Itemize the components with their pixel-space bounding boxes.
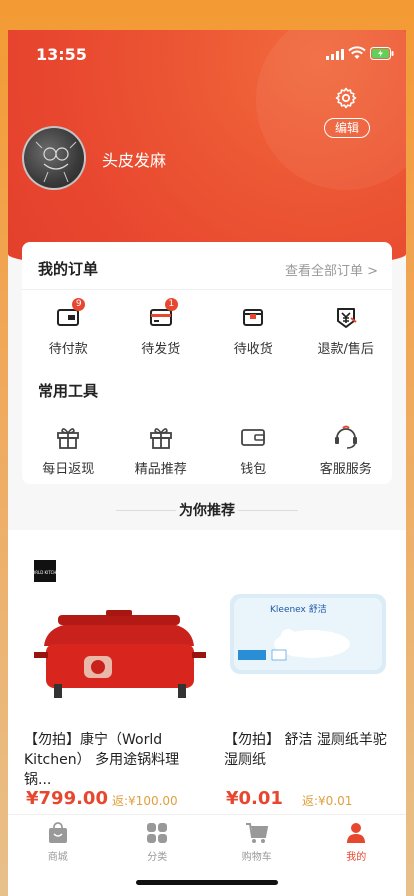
tab-shop[interactable]: 商城	[8, 815, 108, 896]
cart-icon	[245, 823, 268, 843]
profile-header: 13:55 头皮发麻 编辑	[8, 30, 406, 270]
battery-icon	[370, 47, 394, 60]
product-price: ¥0.01	[226, 788, 283, 809]
product-rebate: 返:¥0.01	[302, 794, 353, 808]
order-item-label: 退款/售后	[317, 342, 374, 357]
tools-title: 常用工具	[38, 382, 99, 400]
divider	[116, 510, 176, 511]
shop-bag-icon	[48, 822, 67, 843]
product-name: 【勿拍】 舒洁 湿厕纸羊驼湿厕纸	[224, 732, 387, 768]
order-pending-shipment[interactable]: 1 待发货	[115, 298, 208, 357]
gift-icon	[149, 428, 172, 449]
tool-label: 钱包	[240, 462, 267, 477]
avatar[interactable]	[22, 126, 86, 190]
brand-logo-text: WORLD KITCHEN	[28, 570, 62, 575]
product-rebate: 返:¥100.00	[112, 794, 178, 808]
headset-icon	[334, 425, 357, 449]
brand-logo-text: Kleenex 舒洁	[270, 603, 327, 615]
order-refund[interactable]: 退款/售后	[300, 302, 393, 357]
tool-label: 每日返现	[42, 462, 95, 477]
recommend-title-text: 为你推荐	[179, 503, 235, 519]
tab-label: 分类	[147, 852, 168, 863]
box-icon	[243, 309, 264, 326]
wifi-icon	[348, 46, 366, 59]
tool-customer-service[interactable]: 客服服务	[300, 422, 393, 477]
divider	[22, 289, 392, 290]
order-status-grid: 9 待付款 1 待发货 待收货 退款/售后	[22, 298, 393, 357]
divider	[238, 510, 298, 511]
tool-featured[interactable]: 精品推荐	[115, 422, 208, 477]
username: 头皮发麻	[102, 151, 167, 170]
tab-label: 我的	[346, 852, 367, 863]
order-item-label: 待发货	[141, 342, 181, 357]
orders-title: 我的订单	[38, 260, 99, 278]
tool-label: 精品推荐	[134, 462, 187, 477]
tools-grid: 每日返现 精品推荐 钱包 客服服务	[22, 422, 392, 477]
status-bar: 13:55	[8, 30, 406, 78]
badge-count: 9	[72, 298, 86, 311]
refund-icon	[336, 308, 357, 328]
tool-wallet[interactable]: 钱包	[207, 422, 300, 477]
product-name: 【勿拍】康宁（World Kitchen） 多用途锅料理锅...	[24, 732, 180, 788]
badge-count: 1	[164, 298, 178, 311]
order-item-label: 待付款	[48, 342, 88, 357]
order-pending-payment[interactable]: 9 待付款	[22, 298, 115, 357]
tool-label: 客服服务	[319, 462, 372, 477]
home-indicator	[136, 880, 278, 885]
settings-gear-icon[interactable]	[334, 86, 358, 110]
tools-card: 常用工具 每日返现 精品推荐 钱包 客服服务	[22, 364, 392, 484]
order-pending-receipt[interactable]: 待收货	[207, 302, 300, 357]
tab-label: 购物车	[241, 852, 272, 863]
avatar-doodle-icon	[35, 141, 77, 183]
order-item-label: 待收货	[233, 342, 273, 357]
tab-label: 商城	[47, 852, 68, 863]
tool-daily-cashback[interactable]: 每日返现	[22, 422, 115, 477]
tab-mine[interactable]: 我的	[307, 815, 407, 896]
grid-icon	[147, 823, 168, 843]
gift-icon	[57, 428, 80, 449]
app-frame: 13:55 头皮发麻 编辑 我的订单 查看全部订单 > 9 待付款 1 待发货 …	[8, 30, 406, 896]
status-time: 13:55	[36, 45, 87, 64]
recommend-section-title: 为你推荐	[8, 500, 406, 520]
product-image: Kleenex 舒洁	[230, 594, 386, 674]
edit-profile-button[interactable]: 编辑	[323, 118, 370, 138]
view-all-orders-link[interactable]: 查看全部订单 >	[285, 260, 378, 279]
product-price: ¥799.00	[26, 788, 108, 809]
orders-card: 我的订单 查看全部订单 > 9 待付款 1 待发货 待收货 退款/售后	[22, 242, 392, 380]
recommend-list: WORLD KITCHEN 【勿拍】康宁（World Kitchen） 多用途锅…	[8, 530, 406, 820]
wallet-icon	[241, 429, 266, 446]
signal-icon	[326, 49, 344, 60]
user-icon	[347, 823, 366, 843]
product-image: WORLD KITCHEN	[28, 560, 206, 698]
